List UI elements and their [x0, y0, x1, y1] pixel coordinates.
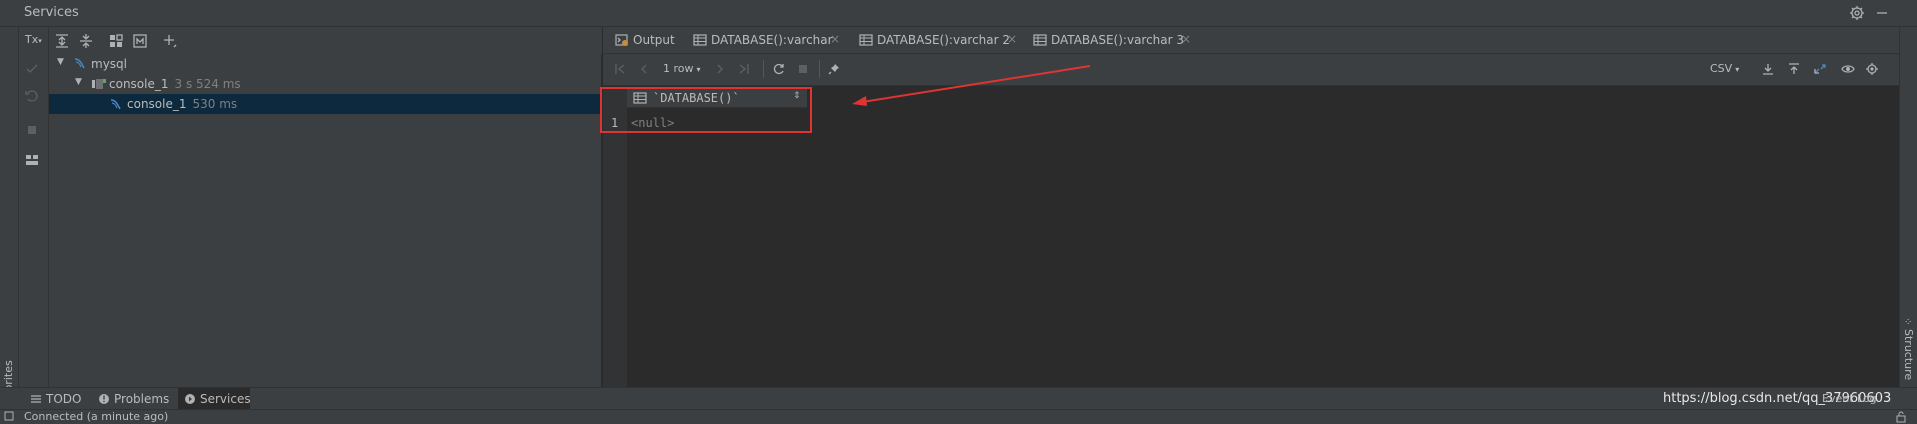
mysql-icon	[73, 56, 87, 70]
tab-label: DATABASE():varchar 2	[877, 33, 1011, 47]
group-by-icon[interactable]	[107, 32, 125, 50]
window-title: Services	[24, 5, 79, 20]
minimize-icon[interactable]	[1874, 5, 1890, 21]
right-tool-strip: ⁘ Structure	[1899, 27, 1917, 387]
tx-label: Tx	[25, 33, 39, 46]
chevron-down-icon[interactable]: ▼	[57, 57, 64, 67]
tree-node-time: 530 ms	[192, 97, 238, 111]
add-service-icon[interactable]	[161, 32, 179, 50]
stop-icon[interactable]	[796, 62, 810, 76]
tx-icon[interactable]: Tx▾	[25, 33, 47, 55]
tree-node-text: console_1 3 s 524 ms	[109, 77, 241, 91]
console-icon	[91, 77, 107, 91]
problems-icon	[98, 393, 110, 405]
tree-node-session[interactable]: console_1 530 ms	[49, 94, 602, 114]
tree-node-label: mysql	[91, 57, 127, 71]
close-icon[interactable]: ×	[830, 32, 840, 46]
tab-label: Problems	[114, 392, 170, 406]
prev-page-icon[interactable]	[637, 62, 651, 76]
tab-database-varchar[interactable]: DATABASE():varchar ×	[693, 27, 843, 54]
tree-node-console[interactable]: ▼ console_1 3 s 524 ms	[49, 74, 602, 94]
tab-output[interactable]: Output	[615, 27, 685, 54]
result-toolbar: 1 row ▾ CSV ▾	[603, 54, 1899, 86]
tree-node-label: console_1	[109, 77, 169, 91]
todo-icon	[30, 393, 42, 405]
status-square-icon[interactable]	[4, 411, 14, 421]
services-action-column: Tx▾	[19, 27, 49, 387]
stop-icon[interactable]	[23, 121, 45, 143]
structure-icon: ⁘	[1904, 317, 1913, 328]
bottom-tool-tabs: TODO Problems Services https://blog.csdn…	[0, 387, 1917, 410]
table-icon	[693, 33, 707, 47]
tree-node-time: 3 s 524 ms	[174, 77, 241, 91]
close-icon[interactable]: ×	[1181, 32, 1191, 46]
export-format-dropdown[interactable]: CSV ▾	[1710, 62, 1739, 75]
first-page-icon[interactable]	[613, 62, 627, 76]
tab-problems[interactable]: Problems	[96, 388, 172, 410]
result-tabs-bar: Output DATABASE():varchar × DATABASE():v…	[603, 27, 1899, 57]
chevron-down-icon: ▾	[1735, 65, 1740, 74]
structure-label: Structure	[1902, 329, 1915, 381]
settings-gear-icon[interactable]	[1849, 5, 1865, 21]
annotation-arrow-icon	[852, 65, 1091, 106]
lock-icon[interactable]	[1896, 411, 1906, 423]
status-bar: Connected (a minute ago)	[0, 409, 1917, 424]
chevron-down-icon: ▾	[696, 65, 701, 74]
pin-icon[interactable]	[827, 62, 841, 76]
toolbar-divider	[763, 60, 764, 78]
annotation-highlight-box	[600, 87, 812, 133]
last-page-icon[interactable]	[737, 62, 751, 76]
event-log-link[interactable]: Event Log	[1822, 392, 1877, 405]
table-icon	[1033, 33, 1047, 47]
collapse-all-icon[interactable]	[77, 32, 95, 50]
undo-icon[interactable]	[23, 87, 45, 109]
settings-gear-icon[interactable]	[1865, 62, 1879, 76]
rows-label: 1 row	[663, 62, 694, 75]
view-eye-icon[interactable]	[1841, 62, 1855, 76]
tab-services[interactable]: Services	[178, 388, 251, 410]
services-icon	[184, 393, 196, 405]
download-icon[interactable]	[1761, 62, 1775, 76]
close-icon[interactable]: ×	[1007, 32, 1017, 46]
tab-label: DATABASE():varchar	[711, 33, 833, 47]
services-tree: ▼ mysql ▼ console_1 3 s 524 ms console_1 5…	[49, 54, 602, 387]
tab-label: Services	[200, 392, 251, 406]
title-bar: Services	[0, 0, 1917, 27]
refresh-icon[interactable]	[772, 62, 786, 76]
session-icon	[109, 97, 123, 111]
tree-node-mysql[interactable]: ▼ mysql	[49, 54, 602, 74]
services-toolbar	[49, 27, 602, 54]
compare-icon[interactable]	[1813, 62, 1827, 76]
tab-database-varchar-3[interactable]: DATABASE():varchar 3 ×	[1023, 27, 1199, 57]
export-format-label: CSV	[1710, 62, 1733, 75]
upload-icon[interactable]	[1787, 62, 1801, 76]
tab-database-varchar-2[interactable]: DATABASE():varchar 2 ×	[859, 27, 1019, 54]
tree-node-text: console_1 530 ms	[127, 97, 237, 111]
layout-icon[interactable]	[23, 151, 45, 173]
check-icon[interactable]	[23, 60, 45, 82]
output-icon	[615, 33, 629, 47]
event-log-label: Event Log	[1822, 392, 1877, 405]
tree-node-label: console_1	[127, 97, 187, 111]
rows-dropdown[interactable]: 1 row ▾	[663, 62, 701, 75]
chevron-down-icon[interactable]: ▼	[75, 77, 82, 87]
status-text: Connected (a minute ago)	[24, 410, 169, 423]
toolbar-divider	[819, 60, 820, 78]
expand-all-icon[interactable]	[53, 32, 71, 50]
tab-label: TODO	[46, 392, 82, 406]
next-page-icon[interactable]	[713, 62, 727, 76]
tab-label: DATABASE():varchar 3	[1051, 33, 1185, 47]
tab-todo[interactable]: TODO	[28, 388, 88, 410]
filter-icon[interactable]	[131, 32, 149, 50]
table-icon	[859, 33, 873, 47]
left-tool-strip: Favorites ★	[0, 27, 19, 410]
tab-label: Output	[633, 33, 675, 47]
